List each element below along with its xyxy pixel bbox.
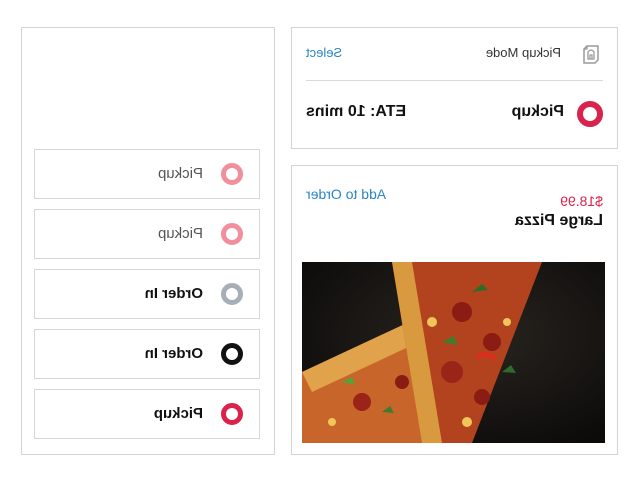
option-pickup-3[interactable]: Pickup bbox=[34, 389, 260, 439]
option-label: Pickup bbox=[157, 225, 203, 242]
shopping-bag-icon bbox=[579, 42, 603, 66]
selected-radio-icon[interactable] bbox=[577, 101, 603, 127]
mode-header: Pickup Mode Select bbox=[306, 28, 603, 81]
mode-title: Pickup Mode bbox=[485, 45, 561, 60]
option-label: Pickup bbox=[157, 165, 203, 182]
option-pickup-1[interactable]: Pickup bbox=[34, 149, 260, 199]
option-label: Order In bbox=[144, 345, 203, 362]
product-card: $18.99 Large Pizza Add to Order bbox=[291, 165, 618, 455]
eta-text: ETA: 10 mins bbox=[306, 103, 407, 120]
selected-mode-label: Pickup bbox=[511, 103, 564, 120]
product-price: $18.99 bbox=[560, 193, 603, 209]
add-to-order-link[interactable]: Add to Order bbox=[306, 186, 386, 202]
option-order-in-2[interactable]: Order In bbox=[34, 329, 260, 379]
options-panel: Pickup Pickup Order In Order In Pickup bbox=[21, 27, 275, 455]
option-label: Pickup bbox=[153, 405, 203, 422]
mirrored-canvas: Pickup Mode Select Pickup ETA: 10 mins $… bbox=[0, 0, 640, 479]
radio-icon[interactable] bbox=[221, 223, 243, 245]
select-link[interactable]: Select bbox=[306, 45, 342, 60]
pizza-image bbox=[302, 262, 605, 443]
option-order-in-1[interactable]: Order In bbox=[34, 269, 260, 319]
option-label: Order In bbox=[144, 285, 203, 302]
radio-icon[interactable] bbox=[221, 403, 243, 425]
pickup-mode-card: Pickup Mode Select Pickup ETA: 10 mins bbox=[291, 27, 618, 149]
radio-icon[interactable] bbox=[221, 283, 243, 305]
option-pickup-2[interactable]: Pickup bbox=[34, 209, 260, 259]
radio-icon[interactable] bbox=[221, 343, 243, 365]
selected-mode-row[interactable]: Pickup ETA: 10 mins bbox=[306, 80, 603, 150]
product-name: Large Pizza bbox=[514, 212, 603, 229]
radio-icon[interactable] bbox=[221, 163, 243, 185]
